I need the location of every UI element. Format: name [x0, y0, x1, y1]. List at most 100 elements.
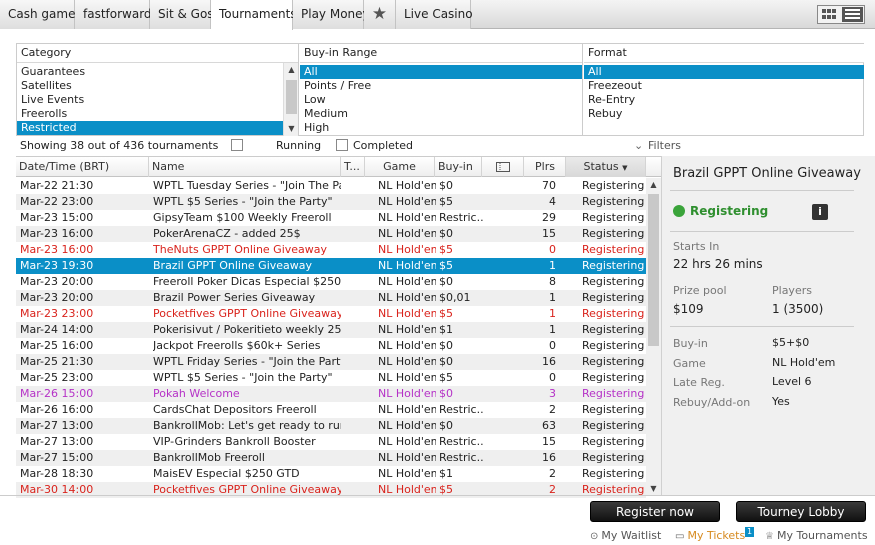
info-icon[interactable]: i: [812, 204, 828, 220]
scroll-thumb[interactable]: [286, 80, 297, 114]
table-row-selected[interactable]: Mar-23 19:30 Brazil GPPT Online Giveaway N…: [16, 258, 646, 274]
column-players[interactable]: Plrs: [524, 157, 566, 177]
buyin-option[interactable]: Medium: [300, 107, 582, 121]
table-row[interactable]: Mar-23 20:00 Freeroll Poker Dicas Especia…: [16, 274, 646, 290]
rebuy-value: Yes: [772, 395, 790, 408]
cell-status: Registering: [582, 195, 644, 208]
grid-view-button[interactable]: [819, 7, 840, 22]
tab-favorites-star-icon[interactable]: ★: [364, 0, 396, 29]
cell-buyin: Restric...: [439, 435, 483, 448]
list-view-icon: [845, 9, 860, 19]
cell-date: Mar-25 21:30: [20, 355, 94, 368]
buyin-option[interactable]: Low: [300, 93, 582, 107]
tourney-lobby-button[interactable]: Tourney Lobby: [736, 501, 866, 522]
column-date[interactable]: Date/Time (BRT): [16, 157, 149, 177]
my-tournaments-label: My Tournaments: [776, 529, 868, 542]
table-row[interactable]: Mar-27 13:00 VIP-Grinders Bankroll Booste…: [16, 434, 646, 450]
buyin-option[interactable]: Points / Free: [300, 79, 582, 93]
table-row[interactable]: Mar-27 13:00 BankrollMob: Let's get ready…: [16, 418, 646, 434]
column-type[interactable]: T...: [341, 157, 365, 177]
running-checkbox[interactable]: [231, 139, 243, 151]
table-row[interactable]: Mar-26 15:00 Pokah Welcome NL Hold'em $0 3 Re…: [16, 386, 646, 402]
category-option[interactable]: Live Events: [17, 93, 298, 107]
category-option-selected[interactable]: Restricted: [17, 121, 283, 135]
tab-play-money[interactable]: Play Money: [293, 0, 370, 29]
cell-players: 0: [549, 371, 556, 384]
filters-chevron-icon[interactable]: ⌄: [634, 137, 643, 155]
buyin-option[interactable]: High: [300, 121, 582, 135]
running-label[interactable]: Running: [276, 137, 321, 155]
scroll-up-icon[interactable]: ▲: [646, 178, 661, 192]
cell-status: Registering: [582, 419, 644, 432]
table-row[interactable]: Mar-28 18:30 MaisEV Especial $250 GTD NL H…: [16, 466, 646, 482]
table-row[interactable]: Mar-24 14:00 Pokerisivut / Pokeritieto we…: [16, 322, 646, 338]
format-option[interactable]: Re-Entry: [584, 93, 864, 107]
column-status[interactable]: Status ▼: [566, 157, 646, 177]
cell-buyin: $5: [439, 195, 453, 208]
cell-buyin: $5: [439, 243, 453, 256]
status-dot-icon: [673, 205, 685, 217]
category-option[interactable]: Guarantees: [17, 65, 298, 79]
tab-sit-and-gos[interactable]: Sit & Gos: [150, 0, 214, 29]
completed-label[interactable]: Completed: [353, 137, 413, 155]
format-option[interactable]: Freezeout: [584, 79, 864, 93]
cell-buyin: Restric...: [439, 403, 483, 416]
buyin-range-header: Buy-in Range: [300, 44, 582, 63]
table-row[interactable]: Mar-23 23:00 Pocketfives GPPT Online Give…: [16, 306, 646, 322]
table-row[interactable]: Mar-27 15:00 BankrollMob Freeroll NL Hold'…: [16, 450, 646, 466]
table-row[interactable]: Mar-22 23:00 WPTL $5 Series - "Join the P…: [16, 194, 646, 210]
tab-fastforward[interactable]: fastforward: [75, 0, 152, 29]
filters-toggle[interactable]: Filters: [648, 137, 681, 155]
table-row[interactable]: Mar-23 20:00 Brazil Power Series Giveaway…: [16, 290, 646, 306]
buyin-option-selected[interactable]: All: [300, 65, 582, 79]
table-row[interactable]: Mar-25 23:00 WPTL $5 Series - "Join the P…: [16, 370, 646, 386]
completed-checkbox[interactable]: [336, 139, 348, 151]
cell-players: 16: [542, 451, 556, 464]
starts-in-label: Starts In: [673, 240, 720, 253]
table-row[interactable]: Mar-26 16:00 CardsChat Depositors Freerol…: [16, 402, 646, 418]
late-reg-label: Late Reg.: [673, 376, 725, 389]
cell-buyin: $0: [439, 419, 453, 432]
tab-live-casino[interactable]: Live Casino: [396, 0, 473, 29]
category-scrollbar[interactable]: ▲ ▼: [283, 63, 298, 136]
column-name[interactable]: Name: [149, 157, 341, 177]
scroll-down-icon[interactable]: ▼: [284, 122, 299, 136]
format-filter: Format All Freezeout Re-Entry Rebuy: [584, 44, 864, 136]
scroll-thumb[interactable]: [648, 194, 659, 346]
cell-game: NL Hold'em: [378, 291, 436, 304]
column-ticket[interactable]: [482, 157, 524, 177]
my-tickets-link[interactable]: ▭ My Tickets: [675, 529, 745, 543]
cell-game: NL Hold'em: [378, 371, 436, 384]
scroll-up-icon[interactable]: ▲: [284, 63, 299, 77]
my-waitlist-link[interactable]: ⊙ My Waitlist: [590, 529, 661, 543]
my-tournaments-link[interactable]: ♕ My Tournaments: [765, 529, 868, 543]
table-row[interactable]: Mar-23 15:00 GipsyTeam $100 Weekly Freero…: [16, 210, 646, 226]
format-option[interactable]: Rebuy: [584, 107, 864, 121]
table-row[interactable]: Mar-22 21:30 WPTL Tuesday Series - "Join …: [16, 178, 646, 194]
table-scrollbar[interactable]: ▲ ▼: [646, 178, 661, 496]
buyin-range-filter: Buy-in Range All Points / Free Low Mediu…: [300, 44, 583, 136]
cell-game: NL Hold'em: [378, 211, 436, 224]
tab-tournaments[interactable]: Tournaments: [211, 0, 297, 30]
format-option-selected[interactable]: All: [584, 65, 864, 79]
column-game[interactable]: Game: [365, 157, 435, 177]
table-row[interactable]: Mar-23 16:00 PokerArenaCZ - added 25$ NL H…: [16, 226, 646, 242]
column-buyin[interactable]: Buy-in: [435, 157, 482, 177]
tickets-count-badge: 1: [745, 527, 754, 537]
table-row[interactable]: Mar-25 21:30 WPTL Friday Series - "Join t…: [16, 354, 646, 370]
tab-cash-games[interactable]: Cash games: [0, 0, 82, 29]
category-option[interactable]: Freerolls: [17, 107, 298, 121]
scroll-down-icon[interactable]: ▼: [646, 482, 661, 496]
cell-game: NL Hold'em: [378, 355, 436, 368]
list-view-button[interactable]: [842, 7, 863, 22]
table-row[interactable]: Mar-23 16:00 TheNuts GPPT Online Giveaway…: [16, 242, 646, 258]
category-option[interactable]: Satellites: [17, 79, 298, 93]
cell-buyin: $5: [439, 371, 453, 384]
players-value: 1 (3500): [772, 302, 824, 316]
cell-name: TheNuts GPPT Online Giveaway: [153, 243, 328, 256]
cell-players: 1: [549, 291, 556, 304]
cell-status: Registering: [582, 387, 644, 400]
table-row[interactable]: Mar-25 16:00 Jackpot Freerolls $60k+ Seri…: [16, 338, 646, 354]
divider: [670, 231, 854, 232]
register-now-button[interactable]: Register now: [590, 501, 720, 522]
